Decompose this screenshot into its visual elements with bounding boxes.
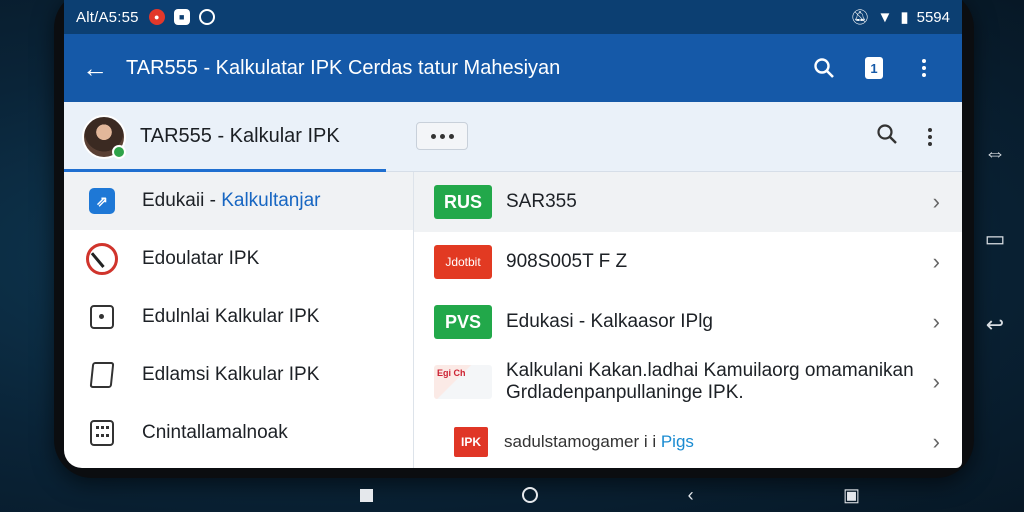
back-arrow-icon[interactable]: ← (82, 53, 126, 84)
more-vert-icon[interactable] (912, 56, 936, 80)
list-item[interactable]: Cnintallamalnoak (64, 404, 413, 462)
list-item[interactable]: PVS Edukasi - Kalkaasor IPlg › (414, 292, 962, 352)
badge: RUS (434, 185, 492, 219)
list-item[interactable]: RUS SAR355 › (414, 172, 962, 232)
chevron-right-icon: › (932, 309, 940, 334)
list-item[interactable]: IPK sadulstamogamer i i Pigs › (414, 412, 962, 468)
list-item-label: Cnintallamalnoak (142, 422, 288, 443)
clock-icon (86, 243, 118, 275)
tab-indicator (64, 169, 386, 172)
stop-square-icon[interactable] (360, 488, 373, 502)
clipboard-icon[interactable]: ▣ (843, 485, 860, 506)
list-item[interactable]: Egi Ch Kalkulani Kakan.ladhai Kamuilaorg… (414, 352, 962, 412)
chevron-right-icon: › (932, 369, 940, 394)
list-item-text: SAR355 (506, 191, 577, 213)
back-icon[interactable]: ↩ (982, 312, 1008, 338)
document-icon[interactable]: 1 (862, 56, 886, 80)
app-title: TAR555 - Kalkulatar IPK Cerdas tatur Mah… (126, 56, 561, 79)
right-list: RUS SAR355 › Jdotbit 908S005T F Z › PVS … (414, 172, 962, 468)
more-horizontal-icon[interactable] (416, 122, 468, 150)
more-vert-icon[interactable] (928, 127, 932, 146)
chevron-right-icon: › (932, 249, 940, 274)
list-item-label-highlight: Kalkultanjar (221, 190, 321, 211)
rotate-icon[interactable]: ⇔ (982, 140, 1008, 166)
list-item-text: Edukasi - Kalkaasor IPlg (506, 311, 713, 333)
device-bottom-nav: ‹ ▣ (340, 480, 880, 510)
status-time: Alt/A5:55 (76, 8, 139, 26)
back-triangle-icon[interactable]: ‹ (688, 485, 694, 506)
search-icon[interactable] (812, 56, 836, 80)
silent-icon: 🔕︎ (850, 9, 870, 26)
avatar[interactable] (82, 114, 126, 159)
list-item-label: Edlamsi Kalkular IPK (142, 364, 320, 385)
badge-label: IPK (454, 427, 488, 457)
home-circle-icon[interactable] (522, 487, 539, 503)
badge: Jdotbit (434, 245, 492, 279)
recent-apps-icon[interactable]: ▭ (982, 226, 1008, 252)
badge: PVS (434, 305, 492, 339)
media-icon: ■ (173, 9, 190, 25)
app-blue-icon: ⇗ (89, 188, 115, 214)
left-list: ⇗ Edukaii - Kalkultanjar Edoulatar IPK E… (64, 172, 414, 468)
list-item[interactable]: Edlamsi Kalkular IPK (64, 346, 413, 404)
chevron-right-icon: › (932, 429, 940, 454)
list-item-text: Kalkulani Kakan.ladhai Kamuilaorg omaman… (506, 360, 914, 403)
list-item[interactable]: ⇗ Edukaii - Kalkultanjar (64, 172, 413, 230)
search-icon[interactable] (876, 123, 898, 150)
status-right-text: 5594 (916, 8, 950, 26)
battery-icon: ▮ (900, 9, 909, 26)
list-item[interactable]: Edoulatar IPK (64, 230, 413, 288)
list-item-text: 908S005T F Z (506, 251, 628, 273)
online-status-icon (112, 144, 126, 159)
app-bar: ← TAR555 - Kalkulatar IPK Cerdas tatur M… (64, 34, 962, 102)
list-item-text-highlight: Pigs (660, 432, 694, 452)
list-item-label: Edukaii - (142, 190, 222, 211)
badge: IPK (434, 425, 490, 459)
phone-screen: Alt/A5:55 ● ■ 🔕︎ ▼ ▮ 5594 ← TAR555 - Kal… (64, 0, 962, 468)
sub-header: TAR555 - Kalkular IPK (64, 102, 962, 172)
share-icon (89, 362, 115, 388)
list-item-text: sadulstamogamer i i (504, 432, 661, 452)
list-item-label: Edoulatar IPK (142, 248, 260, 269)
status-bar: Alt/A5:55 ● ■ 🔕︎ ▼ ▮ 5594 (64, 0, 962, 34)
sub-header-title: TAR555 - Kalkular IPK (140, 125, 340, 147)
badge-thumbnail: Egi Ch (434, 365, 492, 399)
list-item[interactable]: Jdotbit 908S005T F Z › (414, 232, 962, 292)
list-item-label: Edulnlai Kalkular IPK (142, 306, 320, 327)
list-item[interactable]: Edulnlai Kalkular IPK (64, 288, 413, 346)
app-icon (198, 9, 215, 25)
notification-red-icon: ● (148, 9, 165, 25)
calculator-icon (90, 420, 114, 446)
device-side-nav: ⇔ ▭ ↩ (982, 140, 1008, 338)
wifi-icon: ▼ (877, 8, 893, 26)
square-dot-icon (90, 305, 114, 329)
chevron-right-icon: › (932, 189, 940, 214)
